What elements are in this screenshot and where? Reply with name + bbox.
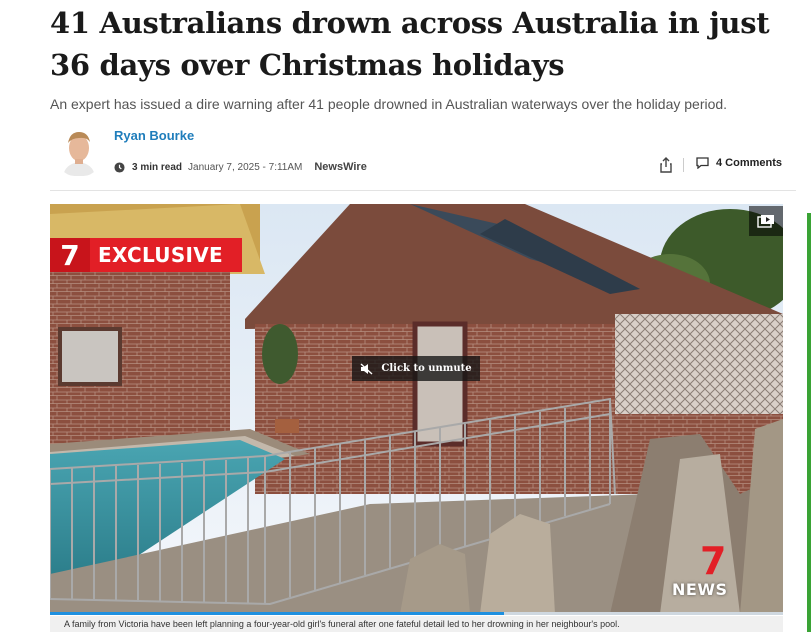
author-name-link[interactable]: Ryan Bourke xyxy=(114,128,194,143)
article-source[interactable]: NewsWire xyxy=(314,161,366,173)
author-avatar[interactable] xyxy=(57,126,101,176)
side-scroll-accent xyxy=(807,213,811,632)
article-headline: 41 Australians drown across Australia in… xyxy=(50,6,770,82)
watermark-text: NEWS xyxy=(672,580,728,599)
article-meta: 3 min read January 7, 2025 - 7:11AM News… xyxy=(114,160,367,174)
share-icon[interactable] xyxy=(659,157,673,173)
toolbar-separator xyxy=(683,158,684,172)
video-progress-bar[interactable] xyxy=(50,612,783,615)
article-subheadline: An expert has issued a dire warning afte… xyxy=(50,96,728,112)
publish-date: January 7, 2025 - 7:11AM xyxy=(188,161,303,173)
unmute-label: Click to unmute xyxy=(381,363,472,374)
muted-speaker-icon xyxy=(360,362,373,375)
picture-in-picture-button[interactable] xyxy=(749,206,783,236)
click-to-unmute-button[interactable]: Click to unmute xyxy=(352,356,480,381)
comment-icon xyxy=(696,157,709,169)
comments-button[interactable]: 4 Comments xyxy=(696,157,782,169)
watermark-number: 7 xyxy=(700,539,727,583)
exclusive-badge: 7 EXCLUSIVE xyxy=(50,238,242,272)
comments-count: 4 Comments xyxy=(716,157,783,169)
video-caption: A family from Victoria have been left pl… xyxy=(50,616,783,632)
video-progress-fill xyxy=(50,612,505,615)
channel-seven-logo: 7 xyxy=(50,238,90,272)
7news-watermark: 7 NEWS xyxy=(670,542,760,602)
exclusive-label: EXCLUSIVE xyxy=(98,243,224,267)
header-divider xyxy=(50,190,796,191)
read-time: 3 min read xyxy=(132,161,183,173)
picture-in-picture-icon xyxy=(757,215,774,228)
clock-icon xyxy=(114,161,125,173)
video-player[interactable]: 7 EXCLUSIVE Click to unmute 7 NEWS xyxy=(50,204,783,614)
